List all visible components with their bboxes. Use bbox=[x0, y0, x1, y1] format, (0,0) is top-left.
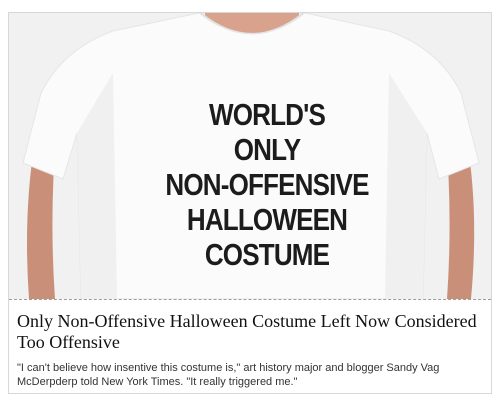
shirt-line: NON-OFFENSIVE bbox=[165, 167, 369, 202]
shirt-print-text: WORLD'S ONLY NON-OFFENSIVE HALLOWEEN COS… bbox=[141, 97, 393, 272]
article-image[interactable]: WORLD'S ONLY NON-OFFENSIVE HALLOWEEN COS… bbox=[9, 13, 491, 299]
image-divider bbox=[9, 299, 491, 300]
shirt-line: HALLOWEEN bbox=[186, 202, 348, 237]
article-card[interactable]: WORLD'S ONLY NON-OFFENSIVE HALLOWEEN COS… bbox=[8, 12, 492, 394]
article-excerpt: "I can't believe how insentive this cost… bbox=[17, 362, 440, 388]
article-headline[interactable]: Only Non-Offensive Halloween Costume Lef… bbox=[17, 311, 477, 353]
shirt-line: WORLD'S bbox=[208, 97, 326, 132]
shirt-line: ONLY bbox=[233, 132, 301, 167]
shirt-line: COSTUME bbox=[204, 237, 330, 272]
